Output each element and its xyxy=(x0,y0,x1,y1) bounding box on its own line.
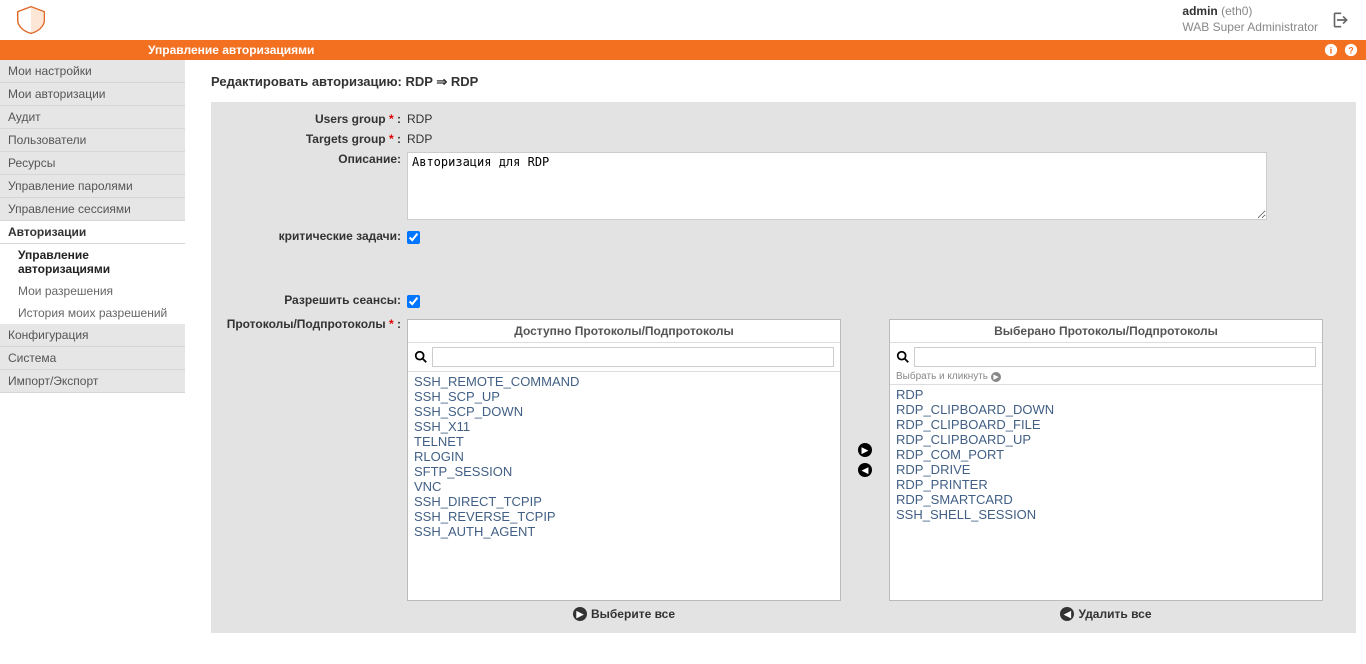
move-left-button[interactable]: ◀ xyxy=(858,463,872,477)
nav-authorizations[interactable]: Авторизации xyxy=(0,221,185,244)
list-item[interactable]: RDP_DRIVE xyxy=(892,462,1320,477)
list-item[interactable]: SSH_REMOTE_COMMAND xyxy=(410,374,838,389)
list-item[interactable]: SSH_SHELL_SESSION xyxy=(892,507,1320,522)
hint-arrow-icon: ▶ xyxy=(991,372,1001,382)
targets-group-value: RDP xyxy=(407,130,1346,146)
list-item[interactable]: SSH_DIRECT_TCPIP xyxy=(410,494,838,509)
nav-audit[interactable]: Аудит xyxy=(0,106,185,129)
nav-password-mgmt[interactable]: Управление паролями xyxy=(0,175,185,198)
users-group-label: Users group * : xyxy=(221,110,407,126)
svg-text:i: i xyxy=(1330,46,1333,57)
list-item[interactable]: RDP_CLIPBOARD_UP xyxy=(892,432,1320,447)
search-icon xyxy=(896,350,910,364)
nav-session-mgmt[interactable]: Управление сессиями xyxy=(0,198,185,221)
list-item[interactable]: RDP_CLIPBOARD_FILE xyxy=(892,417,1320,432)
user-name: admin xyxy=(1182,4,1217,18)
page-title: Редактировать авторизацию: RDP ⇒ RDP xyxy=(211,74,1356,90)
svg-text:?: ? xyxy=(1348,46,1353,56)
selected-list[interactable]: RDPRDP_CLIPBOARD_DOWNRDP_CLIPBOARD_FILER… xyxy=(890,384,1322,600)
nav-users[interactable]: Пользователи xyxy=(0,129,185,152)
nav-configuration[interactable]: Конфигурация xyxy=(0,324,185,347)
section-icons: i ? xyxy=(1324,43,1358,57)
transfer-bottom-actions: ▶Выберите все ◀Удалить все xyxy=(407,607,1346,621)
select-all-icon: ▶ xyxy=(573,607,587,621)
list-item[interactable]: VNC xyxy=(410,479,838,494)
user-role: WAB Super Administrator xyxy=(1182,20,1318,36)
section-title: Управление авторизациями xyxy=(148,43,314,57)
list-item[interactable]: RDP_SMARTCARD xyxy=(892,492,1320,507)
info-icon[interactable]: i xyxy=(1324,43,1338,57)
nav-sub-permission-history[interactable]: История моих разрешений xyxy=(0,302,185,324)
list-item[interactable]: SSH_REVERSE_TCPIP xyxy=(410,509,838,524)
search-icon xyxy=(414,350,428,364)
top-header: admin (eth0) WAB Super Administrator xyxy=(0,0,1366,40)
section-bar: Управление авторизациями i ? xyxy=(0,40,1366,60)
nav-my-settings[interactable]: Мои настройки xyxy=(0,60,185,83)
list-item[interactable]: SSH_AUTH_AGENT xyxy=(410,524,838,539)
available-box: Доступно Протоколы/Подпротоколы SSH_REMO… xyxy=(407,319,841,601)
list-item[interactable]: RDP_PRINTER xyxy=(892,477,1320,492)
transfer-widget: Доступно Протоколы/Подпротоколы SSH_REMO… xyxy=(407,319,1346,601)
targets-group-label: Targets group * : xyxy=(221,130,407,146)
sidebar: Мои настройки Мои авторизации Аудит Поль… xyxy=(0,60,185,643)
list-item[interactable]: SSH_SCP_UP xyxy=(410,389,838,404)
allow-sessions-label: Разрешить сеансы: xyxy=(221,291,407,307)
nav-resources[interactable]: Ресурсы xyxy=(0,152,185,175)
available-list[interactable]: SSH_REMOTE_COMMANDSSH_SCP_UPSSH_SCP_DOWN… xyxy=(408,371,840,600)
available-title: Доступно Протоколы/Подпротоколы xyxy=(408,320,840,343)
remove-all-icon: ◀ xyxy=(1060,607,1074,621)
allow-sessions-checkbox[interactable] xyxy=(407,295,420,308)
user-interface: (eth0) xyxy=(1221,4,1252,18)
list-item[interactable]: RDP_CLIPBOARD_DOWN xyxy=(892,402,1320,417)
description-input[interactable]: Авторизация для RDP xyxy=(407,152,1267,220)
list-item[interactable]: RLOGIN xyxy=(410,449,838,464)
selected-title: Выберано Протоколы/Подпротоколы xyxy=(890,320,1322,343)
list-item[interactable]: SSH_X11 xyxy=(410,419,838,434)
select-all-button[interactable]: ▶Выберите все xyxy=(407,607,841,621)
available-search-input[interactable] xyxy=(432,347,834,367)
remove-all-button[interactable]: ◀Удалить все xyxy=(889,607,1323,621)
protocols-label: Протоколы/Подпротоколы * : xyxy=(221,315,407,331)
users-group-value: RDP xyxy=(407,110,1346,126)
logout-icon[interactable] xyxy=(1332,10,1352,30)
list-item[interactable]: SFTP_SESSION xyxy=(410,464,838,479)
list-item[interactable]: SSH_SCP_DOWN xyxy=(410,404,838,419)
nav-my-authorizations[interactable]: Мои авторизации xyxy=(0,83,185,106)
help-icon[interactable]: ? xyxy=(1344,43,1358,57)
list-item[interactable]: RDP xyxy=(892,387,1320,402)
form-block: Users group * : RDP Targets group * : RD… xyxy=(211,102,1356,633)
app-logo xyxy=(14,5,48,35)
selected-search-input[interactable] xyxy=(914,347,1316,367)
list-item[interactable]: TELNET xyxy=(410,434,838,449)
nav-sub-authorizations: Управление авторизациями Мои разрешения … xyxy=(0,244,185,324)
user-info: admin (eth0) WAB Super Administrator xyxy=(1182,4,1318,35)
list-item[interactable]: RDP_COM_PORT xyxy=(892,447,1320,462)
nav-system[interactable]: Система xyxy=(0,347,185,370)
nav-sub-manage-auth[interactable]: Управление авторизациями xyxy=(0,244,185,280)
nav-import-export[interactable]: Импорт/Экспорт xyxy=(0,370,185,393)
description-label: Описание: xyxy=(221,150,407,166)
transfer-arrows: ▶ ◀ xyxy=(855,319,875,601)
nav-sub-my-permissions[interactable]: Мои разрешения xyxy=(0,280,185,302)
critical-label: критические задачи: xyxy=(221,227,407,243)
move-right-button[interactable]: ▶ xyxy=(858,443,872,457)
selected-hint: Выбрать и кликнуть▶ xyxy=(890,371,1322,384)
selected-box: Выберано Протоколы/Подпротоколы Выбрать … xyxy=(889,319,1323,601)
main-content: Редактировать авторизацию: RDP ⇒ RDP Use… xyxy=(185,60,1366,643)
critical-checkbox[interactable] xyxy=(407,231,420,244)
